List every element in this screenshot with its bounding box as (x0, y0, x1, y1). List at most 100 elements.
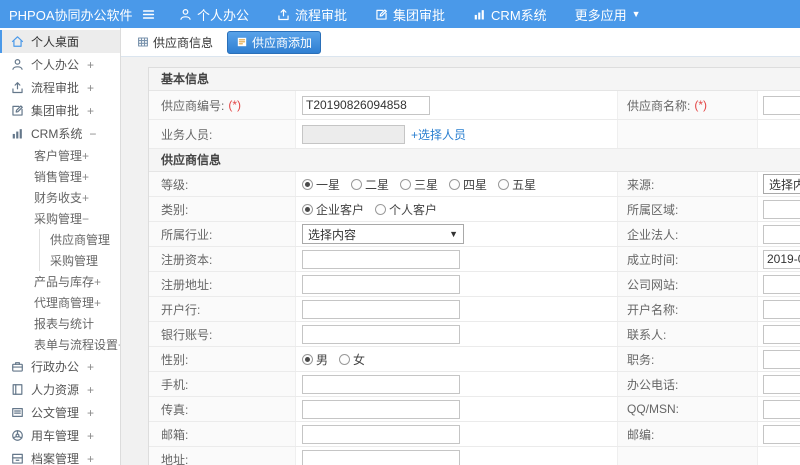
zipcode-input[interactable] (763, 424, 800, 444)
sidebar-item-label: 集团审批 (31, 104, 80, 118)
radio-option[interactable]: 女 (339, 351, 365, 368)
field-label: 注册地址: (149, 272, 296, 296)
account-name-input[interactable] (763, 299, 800, 319)
sidebar-item-label: 财务收支 (34, 191, 83, 205)
expand-toggle[interactable]: + (87, 81, 94, 95)
sidebar-item-finance[interactable]: 财务收支 + (0, 187, 120, 208)
radio-option[interactable]: 三星 (400, 176, 438, 193)
expand-toggle[interactable]: + (82, 149, 89, 163)
expand-toggle[interactable]: + (87, 452, 94, 465)
collapse-toggle[interactable]: − (89, 127, 96, 141)
expand-toggle[interactable]: + (94, 296, 101, 310)
radio-option[interactable]: 企业客户 (302, 201, 364, 218)
sidebar-item-personal-desktop[interactable]: 个人桌面 (0, 30, 120, 53)
sidebar-item-vehicle-mgmt[interactable]: 用车管理 + (0, 424, 120, 447)
address-input[interactable] (302, 449, 460, 465)
field-label: 职务: (618, 347, 758, 371)
expand-toggle[interactable]: + (82, 191, 89, 205)
legal-person-input[interactable] (763, 224, 800, 244)
expand-toggle[interactable]: + (82, 170, 89, 184)
sidebar-item-crm-system[interactable]: CRM系统 − (0, 122, 120, 145)
office-phone-input[interactable] (763, 374, 800, 394)
category-radio-group: 企业客户 个人客户 (302, 201, 437, 218)
radio-option[interactable]: 五星 (498, 176, 536, 193)
empty-cell (618, 447, 758, 465)
expand-toggle[interactable]: + (87, 104, 94, 118)
sidebar-item-sales-mgmt[interactable]: 销售管理 + (0, 166, 120, 187)
main-area: 个人桌面 个人办公 + 流程审批 + 集团审批 + CRM系统 − 客户管理 +… (0, 28, 800, 465)
radio-option[interactable]: 一星 (302, 176, 340, 193)
bar-chart-icon (12, 129, 22, 139)
supplier-no-input[interactable] (302, 95, 430, 115)
mobile-input[interactable] (302, 374, 460, 394)
sidebar-item-purchase-mgmt[interactable]: 采购管理 − (0, 208, 120, 229)
level-radio-group: 一星 二星 三星 四星 五星 (302, 176, 536, 193)
reg-address-input[interactable] (302, 274, 460, 294)
collapse-toggle[interactable]: − (82, 212, 89, 226)
sidebar-item-document-mgmt[interactable]: 公文管理 + (0, 401, 120, 424)
tab-supplier-info[interactable]: 供应商信息 (133, 31, 217, 54)
sidebar-item-label: 档案管理 (31, 452, 80, 465)
sidebar-item-supplier-mgmt[interactable]: 供应商管理 (40, 229, 120, 250)
sidebar-item-customer-mgmt[interactable]: 客户管理 + (0, 145, 120, 166)
sidebar-item-reports-stats[interactable]: 报表与统计 (0, 313, 120, 334)
empty-cell (618, 120, 758, 148)
radio-icon (302, 203, 313, 215)
select-staff-link[interactable]: +选择人员 (411, 126, 466, 143)
expand-toggle[interactable]: + (94, 275, 101, 289)
bank-account-input[interactable] (302, 324, 460, 344)
sidebar-item-group-approval[interactable]: 集团审批 + (0, 99, 120, 122)
position-input[interactable] (763, 349, 800, 369)
briefcase-icon (12, 362, 23, 372)
required-mark: (*) (228, 98, 242, 112)
menu-toggle-button[interactable] (142, 8, 155, 21)
sidebar-item-personal-office[interactable]: 个人办公 + (0, 53, 120, 76)
reg-capital-input[interactable] (302, 249, 460, 269)
contact-input[interactable] (763, 324, 800, 344)
topmenu-group-approval[interactable]: 集团审批 (375, 5, 445, 24)
expand-toggle[interactable]: + (87, 429, 94, 443)
founded-date-input[interactable] (763, 249, 800, 269)
document-icon (12, 408, 23, 417)
radio-option[interactable]: 男 (302, 351, 328, 368)
radio-option[interactable]: 二星 (351, 176, 389, 193)
topmenu-personal-office[interactable]: 个人办公 (179, 5, 249, 24)
purchase-submenu: 供应商管理 采购管理 (39, 229, 120, 271)
expand-toggle[interactable]: + (87, 383, 94, 397)
supplier-name-input[interactable] (763, 95, 800, 115)
topmenu-crm-system[interactable]: CRM系统 (473, 5, 547, 24)
staff-input[interactable] (302, 124, 405, 144)
radio-option[interactable]: 四星 (449, 176, 487, 193)
sidebar-item-product-inventory[interactable]: 产品与库存 + (0, 271, 120, 292)
sidebar-item-form-flow-settings[interactable]: 表单与流程设置 + (0, 334, 120, 355)
qq-msn-input[interactable] (763, 399, 800, 419)
region-input[interactable] (763, 199, 800, 219)
sidebar-item-agent-mgmt[interactable]: 代理商管理 + (0, 292, 120, 313)
field-label: 地址: (149, 447, 296, 465)
sidebar-item-workflow-approval[interactable]: 流程审批 + (0, 76, 120, 99)
sidebar-item-archive-mgmt[interactable]: 档案管理 + (0, 447, 120, 465)
expand-toggle[interactable]: + (87, 58, 94, 72)
topmenu-workflow-approval[interactable]: 流程审批 (277, 5, 347, 24)
field-label: 成立时间: (618, 247, 758, 271)
sidebar-item-label: 公文管理 (31, 406, 80, 420)
radio-option[interactable]: 个人客户 (375, 201, 437, 218)
source-select[interactable]: 选择内容▼ (763, 174, 800, 194)
website-input[interactable] (763, 274, 800, 294)
sidebar-item-label: 报表与统计 (34, 317, 95, 331)
expand-toggle[interactable]: + (87, 406, 94, 420)
industry-select[interactable]: 选择内容 ▼ (302, 224, 464, 244)
fax-input[interactable] (302, 399, 460, 419)
tab-supplier-add[interactable]: 供应商添加 (227, 30, 322, 54)
sidebar-item-label: 采购管理 (50, 254, 99, 268)
sidebar-item-purchasing[interactable]: 采购管理 (40, 250, 120, 271)
bank-input[interactable] (302, 299, 460, 319)
content-area: 供应商信息 供应商添加 基本信息 供应商编号:(*) 供应商名称:(*) (121, 28, 800, 465)
field-label: 类别: (149, 197, 296, 221)
sidebar-item-hr[interactable]: 人力资源 + (0, 378, 120, 401)
expand-toggle[interactable]: + (87, 360, 94, 374)
email-input[interactable] (302, 424, 460, 444)
sidebar-item-admin-office[interactable]: 行政办公 + (0, 355, 120, 378)
topmenu-more-apps[interactable]: 更多应用 ▼ (575, 5, 641, 24)
table-icon (138, 37, 148, 47)
